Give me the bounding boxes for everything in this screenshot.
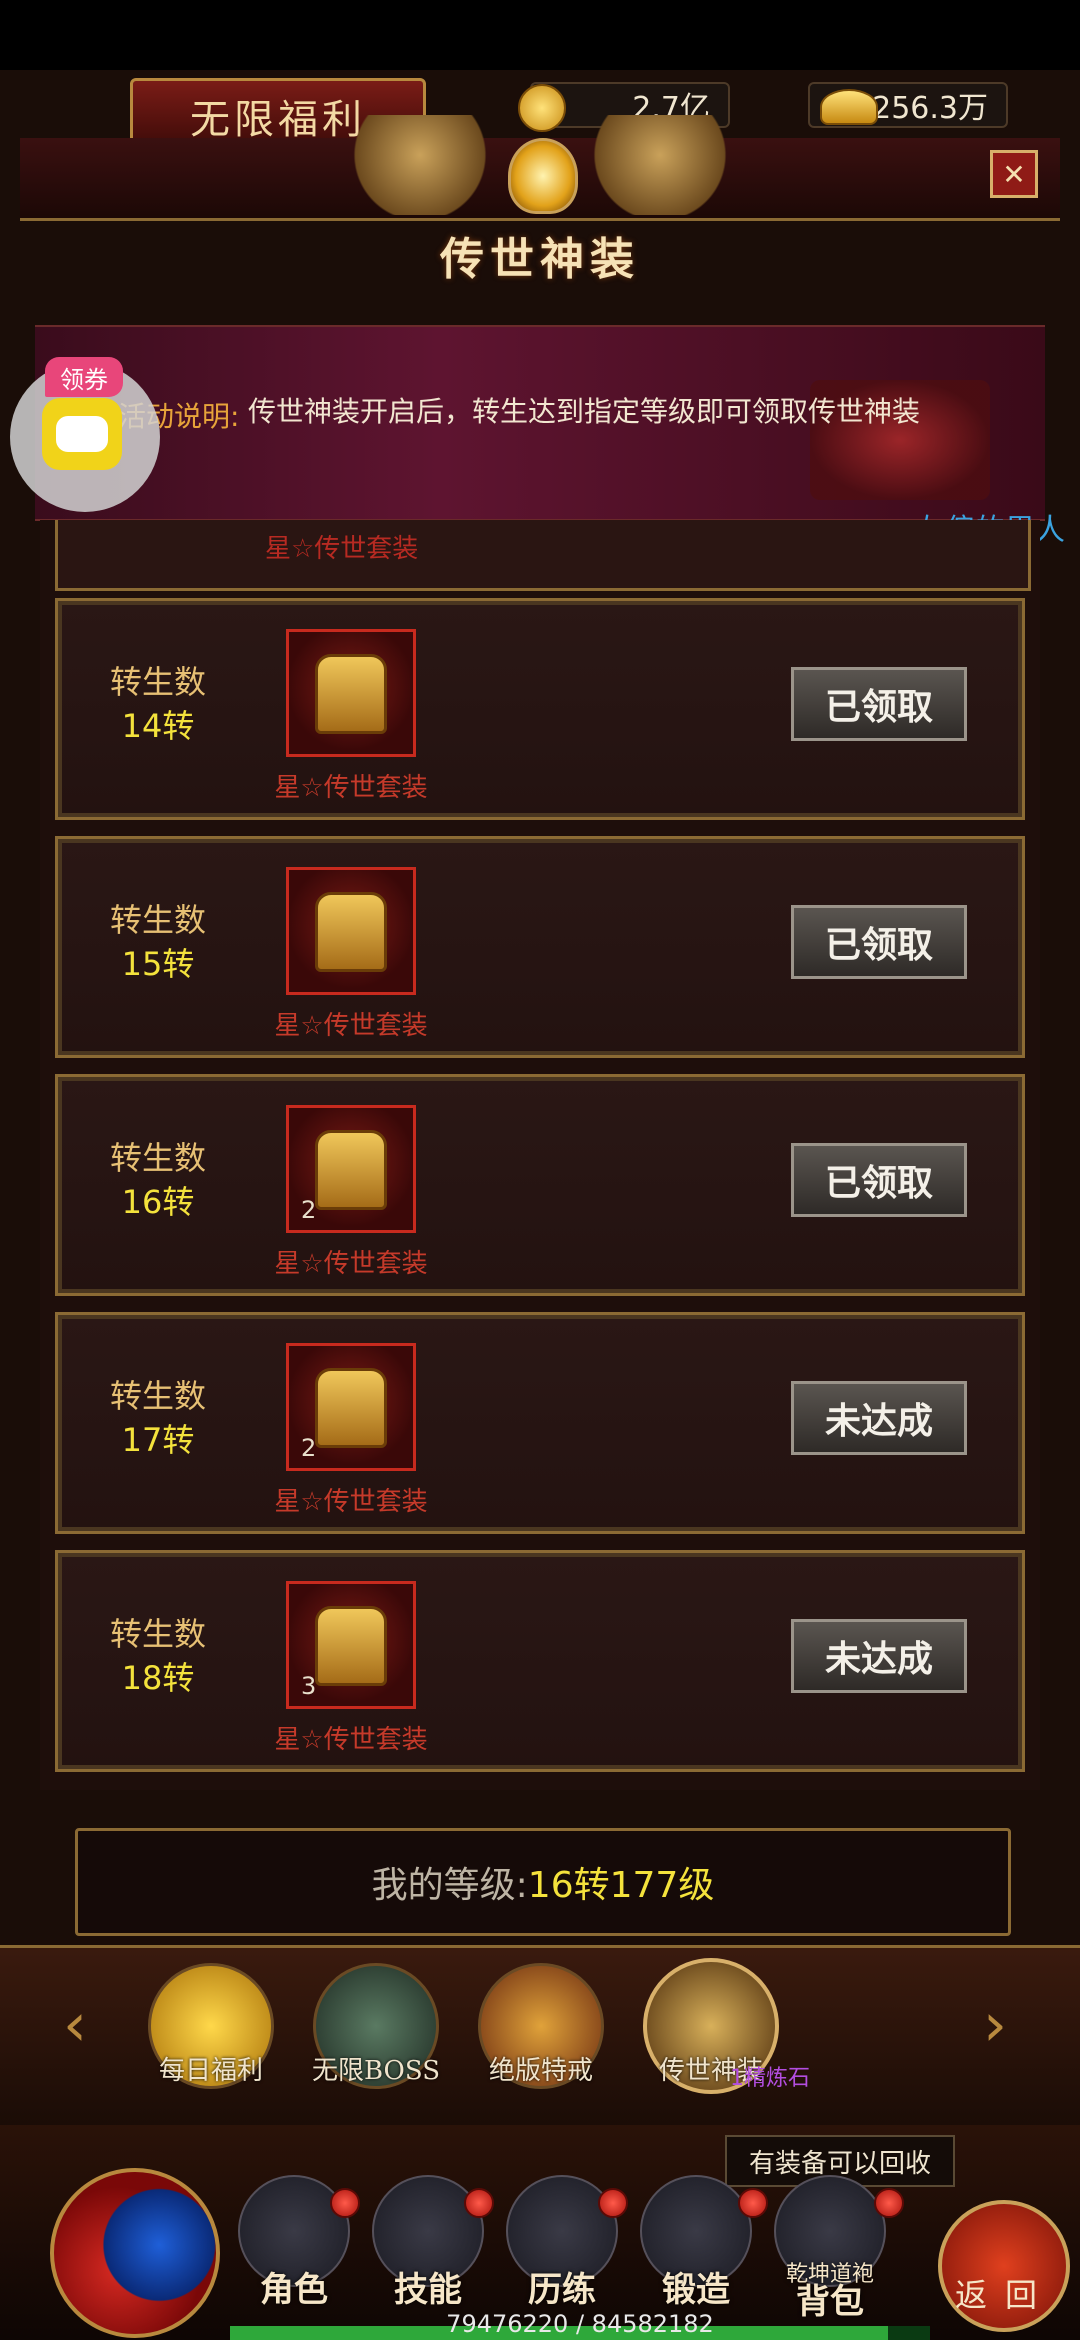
not-achieved-button[interactable]: 未达成 <box>791 1619 967 1693</box>
top-bar <box>0 0 1080 70</box>
notification-dot <box>738 2188 768 2218</box>
rebirth-label: 转生数 <box>109 663 206 701</box>
tab-boss-label: 无限BOSS <box>311 2056 441 2086</box>
reward-item-name: 星☆传世套装 <box>265 534 419 564</box>
reward-row: 转生数 16转 2 星☆传世套装 已领取 <box>55 1074 1025 1296</box>
return-label: 返回 <box>954 2276 1055 2314</box>
reward-row-partial <box>55 520 1031 591</box>
ingot-currency: 256.3万 <box>808 82 1008 128</box>
nav-training-label: 历练 <box>528 2270 596 2310</box>
my-level-value: 16转177级 <box>527 1865 715 1906</box>
rebirth-label: 转生数 <box>109 1377 206 1415</box>
rebirth-value: 14转 <box>121 707 195 745</box>
rebirth-label: 转生数 <box>109 1139 206 1177</box>
description-text: 传世神装开启后，转生达到指定等级即可领取传世神装 <box>248 395 921 428</box>
reward-item-name: 星☆传世套装 <box>274 1725 428 1755</box>
rebirth-value: 17转 <box>121 1421 195 1459</box>
close-button[interactable]: ✕ <box>990 150 1038 198</box>
reward-item-slot[interactable] <box>286 629 416 757</box>
reward-row: 转生数 17转 2 星☆传世套装 未达成 <box>55 1312 1025 1534</box>
rebirth-value: 18转 <box>121 1659 195 1697</box>
reward-row: 转生数 18转 3 星☆传世套装 未达成 <box>55 1550 1025 1772</box>
reward-row: 转生数 15转 星☆传世套装 已领取 <box>55 836 1025 1058</box>
item-quantity: 2 <box>301 1434 317 1462</box>
reward-item-name: 星☆传世套装 <box>274 1249 428 1279</box>
coupon-badge: 领券 <box>45 357 123 397</box>
reward-row: 转生数 14转 星☆传世套装 已领取 <box>55 598 1025 820</box>
claimed-button[interactable]: 已领取 <box>791 905 967 979</box>
reward-item-name: 星☆传世套装 <box>274 1011 428 1041</box>
tabs-next-arrow[interactable]: › <box>970 1990 1020 2060</box>
dragon-right-icon <box>590 115 730 215</box>
claimed-button[interactable]: 已领取 <box>791 1143 967 1217</box>
rebirth-value: 16转 <box>121 1183 195 1221</box>
xp-text: 79476220 / 84582182 <box>446 2310 714 2338</box>
rebirth-label: 转生数 <box>109 901 206 939</box>
reward-item-slot[interactable]: 2 <box>286 1343 416 1471</box>
tab-special-ring-label: 绝版特戒 <box>488 2056 593 2086</box>
my-level-box: 我的等级: 16转177级 <box>75 1828 1011 1936</box>
panel-title: 传世神装 <box>440 234 640 285</box>
notification-dot <box>330 2188 360 2218</box>
reward-item-slot[interactable]: 2 <box>286 1105 416 1233</box>
rebirth-value: 15转 <box>121 945 195 983</box>
reward-item-name: 星☆传世套装 <box>274 773 428 803</box>
notification-dot <box>874 2188 904 2218</box>
coin-icon <box>518 84 566 132</box>
rebirth-label: 转生数 <box>109 1615 206 1653</box>
treasure-chest-icon <box>315 1368 387 1448</box>
treasure-chest-icon <box>315 654 387 734</box>
claimed-button[interactable]: 已领取 <box>791 667 967 741</box>
reward-item-slot[interactable] <box>286 867 416 995</box>
dragon-left-icon <box>350 115 490 215</box>
item-quantity: 2 <box>301 1196 317 1224</box>
treasure-chest-icon <box>315 1130 387 1210</box>
item-quantity: 3 <box>301 1672 317 1700</box>
nav-forge-label: 锻造 <box>662 2270 730 2310</box>
reward-item-name: 星☆传世套装 <box>274 1487 428 1517</box>
flame-gem-icon <box>508 138 578 214</box>
not-achieved-button[interactable]: 未达成 <box>791 1381 967 1455</box>
nav-character-label: 角色 <box>260 2270 328 2310</box>
tab-daily-welfare-label: 每日福利 <box>158 2056 263 2086</box>
refine-stone-drop: 1精炼石 <box>730 2066 810 2091</box>
treasure-chest-icon <box>315 1606 387 1686</box>
yin-yang-orb-icon[interactable] <box>50 2168 220 2338</box>
notification-dot <box>598 2188 628 2218</box>
tabs-prev-arrow[interactable]: ‹ <box>50 1990 100 2060</box>
reward-item-slot[interactable]: 3 <box>286 1581 416 1709</box>
my-level-label: 我的等级: <box>371 1865 528 1906</box>
ingot-amount: 256.3万 <box>872 91 988 126</box>
treasure-chest-icon <box>315 892 387 972</box>
notification-dot <box>464 2188 494 2218</box>
nav-skill-label: 技能 <box>394 2270 462 2310</box>
ingot-icon <box>820 89 878 125</box>
gamepad-icon <box>42 398 122 470</box>
